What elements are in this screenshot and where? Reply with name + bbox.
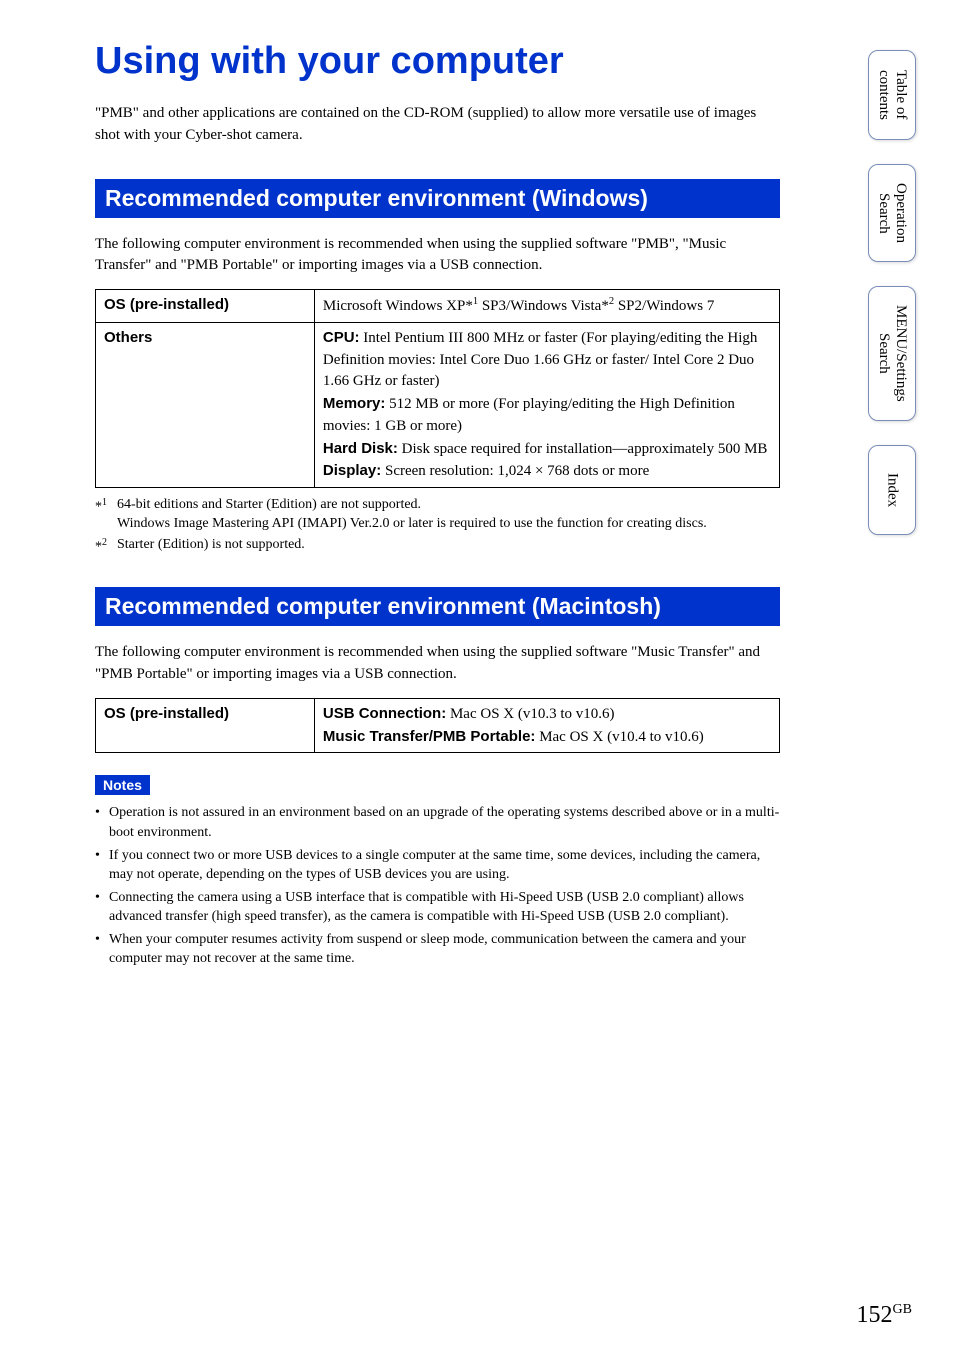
list-item: Connecting the camera using a USB interf… <box>95 888 780 927</box>
notes-label: Notes <box>95 775 150 795</box>
table-windows: OS (pre-installed) Microsoft Windows XP*… <box>95 289 780 488</box>
page-number: 152GB <box>857 1302 912 1329</box>
sidebar-tab-contents[interactable]: Table ofcontents <box>868 50 917 140</box>
list-item: If you connect two or more USB devices t… <box>95 846 780 885</box>
sidebar-tab-index[interactable]: Index <box>868 445 917 535</box>
list-item: When your computer resumes activity from… <box>95 930 780 969</box>
list-item: Operation is not assured in an environme… <box>95 803 780 842</box>
table-cell-value: USB Connection: Mac OS X (v10.3 to v10.6… <box>314 698 779 753</box>
table-cell-label: OS (pre-installed) <box>96 698 315 753</box>
section-header-windows: Recommended computer environment (Window… <box>95 179 780 218</box>
footnotes-windows: *1 64-bit editions and Starter (Edition)… <box>95 496 780 557</box>
sidebar-tab-menu[interactable]: MENU/SettingsSearch <box>868 286 917 421</box>
footnote-marker: *1 <box>95 496 117 534</box>
table-cell-label: Others <box>96 322 315 487</box>
table-row: OS (pre-installed) Microsoft Windows XP*… <box>96 290 780 323</box>
section-intro-windows: The following computer environment is re… <box>95 234 780 278</box>
intro-paragraph: "PMB" and other applications are contain… <box>95 103 780 147</box>
table-row: Others CPU: Intel Pentium III 800 MHz or… <box>96 322 780 487</box>
footnote-marker: *2 <box>95 536 117 558</box>
footnote-text: 64-bit editions and Starter (Edition) ar… <box>117 496 707 534</box>
sidebar-tab-operation[interactable]: OperationSearch <box>868 164 917 262</box>
section-intro-mac: The following computer environment is re… <box>95 642 780 686</box>
footnote-text: Starter (Edition) is not supported. <box>117 536 305 558</box>
notes-list: Operation is not assured in an environme… <box>95 803 780 969</box>
section-header-mac: Recommended computer environment (Macint… <box>95 587 780 626</box>
page-title: Using with your computer <box>95 40 780 83</box>
table-cell-value: Microsoft Windows XP*1 SP3/Windows Vista… <box>314 290 779 323</box>
table-cell-value: CPU: Intel Pentium III 800 MHz or faster… <box>314 322 779 487</box>
table-row: OS (pre-installed) USB Connection: Mac O… <box>96 698 780 753</box>
table-cell-label: OS (pre-installed) <box>96 290 315 323</box>
table-mac: OS (pre-installed) USB Connection: Mac O… <box>95 698 780 754</box>
